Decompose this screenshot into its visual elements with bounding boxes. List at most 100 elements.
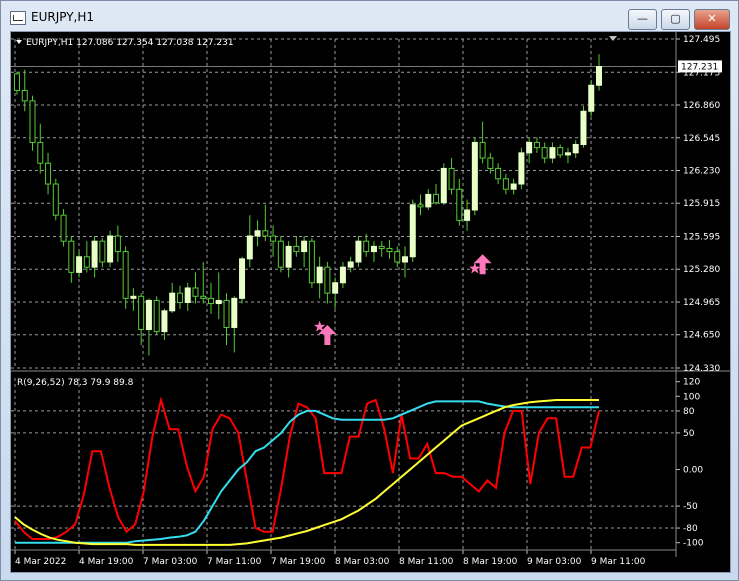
candle-body [339,266,346,284]
candle-body [526,141,533,154]
candle-body [456,188,463,221]
candle-body [99,240,106,263]
candle-body [440,167,447,204]
candle-body [557,147,564,156]
chart-canvas[interactable]: 127.495127.175126.860126.545126.230125.9… [11,32,730,572]
candle-body [495,167,502,180]
price-chart-header: EURJPY,H1 127.086 127.354 127.038 127.23… [26,38,234,48]
candle-body [254,230,261,237]
indicator-tick-label: 50 [683,429,695,439]
price-tick-label: 126.545 [683,134,720,144]
candle-body [448,167,455,190]
candle-body [541,147,548,159]
candle-body [394,251,401,263]
candle-body [433,193,440,204]
price-tick-label: 126.230 [683,166,720,176]
close-button[interactable]: ✕ [694,9,730,30]
indicator-line-3 [14,399,599,546]
price-tick-label: 124.965 [683,298,720,308]
candle-body [370,245,377,253]
price-tick-label: 125.915 [683,199,720,209]
candle-body [347,261,354,268]
candle-body [83,256,90,268]
indicator-line-2 [15,400,599,544]
price-tick-label: 127.495 [683,35,720,45]
candle-body [564,152,571,156]
candle-body [316,266,323,284]
candle-body [114,235,121,253]
indicator-tick-label: 120 [683,378,700,388]
candle-body [510,183,517,190]
price-tick-label: 124.650 [683,331,720,341]
time-tick-label: 7 Mar 03:00 [143,557,198,567]
candle-body [223,299,230,328]
indicator-line-1 [14,396,600,540]
candle-body [549,147,556,159]
symbol-menu-triangle-icon [16,40,22,44]
price-scale: 127.495127.175126.860126.545126.230125.9… [676,35,722,374]
candle-body [277,240,284,268]
candle-body [231,297,238,328]
candle-body [518,152,525,185]
candle-body [386,247,393,253]
candle-body [588,84,595,112]
candlestick-series [14,54,602,356]
candle-body [184,287,191,304]
candle-body [45,162,52,185]
candle-body [409,204,416,258]
candle-body [425,193,432,208]
time-scale: 4 Mar 2022 4 Mar 19:00 7 Mar 03:00 7 Mar 11… [14,550,646,567]
price-tick-label: 126.860 [683,101,720,111]
indicator-tick-label: -80 [683,524,698,534]
candle-body [533,141,540,149]
candle-body [68,240,75,273]
indicator-scale: 120 100 80 50 0.00 -50 -80 -100 [676,378,704,549]
candle-body [301,240,308,253]
candle-body [37,141,44,164]
candle-body [239,258,246,299]
candle-body [176,292,183,304]
current-price-label: 127.231 [681,62,718,72]
app-window: EURJPY,H1 — ▢ ✕ 127.495 127.175 126.860 126… [0,0,739,581]
candle-body [285,245,292,268]
candle-body [215,299,222,305]
candle-body [138,295,145,331]
price-tick-label: 124.330 [683,364,720,374]
minimize-button[interactable]: — [628,9,657,30]
title-bar[interactable]: EURJPY,H1 — ▢ ✕ [1,1,738,31]
candle-body [324,266,331,294]
candle-body [355,240,362,263]
indicator-header: R(9,26,52) 78.3 79.9 89.8 [17,378,134,388]
chart-window-icon [10,11,26,25]
time-tick-label: 4 Mar 2022 [15,557,66,567]
candle-body [130,295,137,299]
candle-body [417,204,424,208]
candle-body [208,297,214,305]
indicator-tick-label: 100 [683,392,700,402]
candle-body [293,245,300,253]
time-tick-label: 8 Mar 03:00 [335,557,390,567]
candle-body [246,235,253,260]
candle-body [153,299,160,333]
price-tick-label: 125.595 [683,233,720,243]
time-tick-label: 9 Mar 11:00 [591,557,646,567]
candle-body [363,240,370,253]
scroll-shift-triangle-icon [609,36,617,41]
candle-body [76,256,83,273]
window-title: EURJPY,H1 [31,10,95,24]
indicator-tick-label: -50 [683,502,698,512]
candle-body [402,256,408,263]
candle-body [502,178,509,190]
maximize-button[interactable]: ▢ [661,9,690,30]
candle-body [145,299,152,331]
time-tick-label: 9 Mar 03:00 [527,557,582,567]
chart-area[interactable]: 127.495 127.175 126.860 126.545 126.230 125.9… [10,31,731,573]
indicator-tick-label: 0.00 [683,465,703,475]
candle-body [572,144,579,154]
indicator-lines [14,396,600,546]
indicator-tick-label: 80 [683,407,695,417]
candle-body [464,209,471,221]
candle-body [596,66,602,86]
candle-body [479,141,486,159]
candle-body [332,282,339,294]
